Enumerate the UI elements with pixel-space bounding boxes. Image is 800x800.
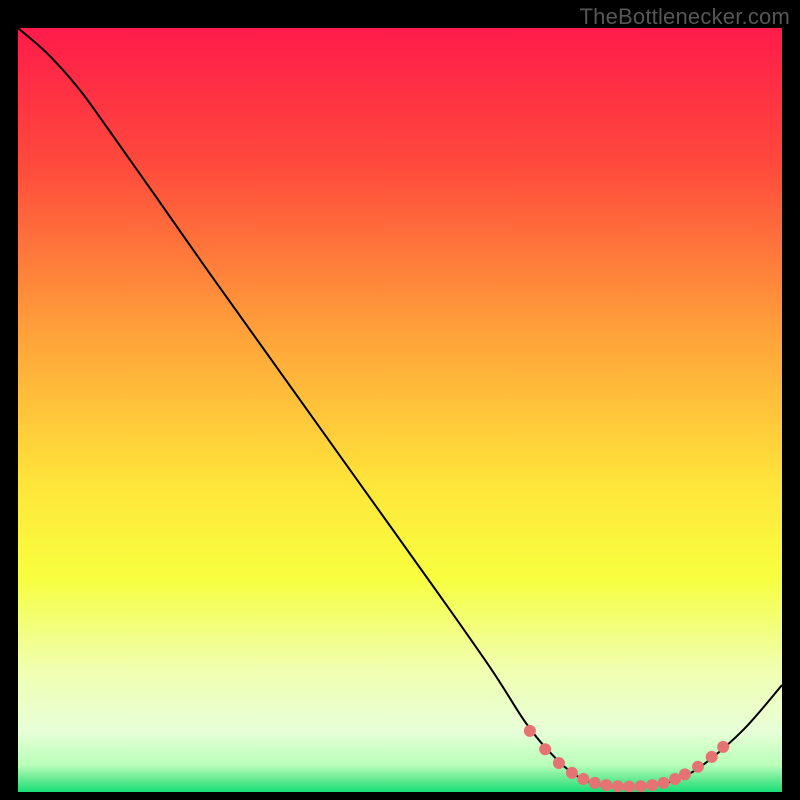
marker-dot xyxy=(589,777,601,789)
marker-dot xyxy=(577,773,589,785)
marker-dot xyxy=(524,725,536,737)
marker-dot xyxy=(635,780,647,792)
watermark-text: TheBottlenecker.com xyxy=(580,4,790,30)
marker-dot xyxy=(692,761,704,773)
marker-dot xyxy=(717,741,729,753)
marker-dot xyxy=(646,779,658,791)
marker-dot xyxy=(566,767,578,779)
marker-dot xyxy=(706,751,718,763)
marker-dot xyxy=(553,757,565,769)
marker-dot xyxy=(658,777,670,789)
chart-svg xyxy=(18,28,782,792)
gradient-background xyxy=(18,28,782,792)
marker-dot xyxy=(539,743,551,755)
marker-dot xyxy=(612,780,624,792)
plot-area xyxy=(18,28,782,792)
marker-dot xyxy=(600,779,612,791)
marker-dot xyxy=(679,768,691,780)
chart-stage: TheBottlenecker.com xyxy=(0,0,800,800)
